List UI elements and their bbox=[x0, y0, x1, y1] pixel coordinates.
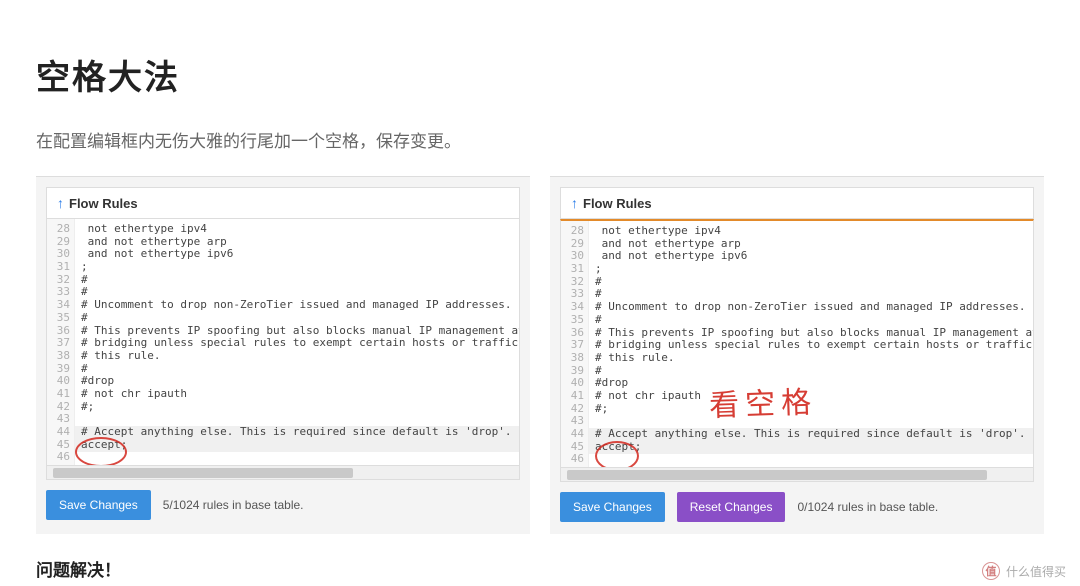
rules-status: 0/1024 rules in base table. bbox=[797, 500, 938, 514]
panel-header[interactable]: ↑ Flow Rules bbox=[560, 187, 1034, 219]
panel-header[interactable]: ↑ Flow Rules bbox=[46, 187, 520, 219]
solved-heading: 问题解决！ bbox=[36, 556, 1044, 581]
rules-status: 5/1024 rules in base table. bbox=[163, 498, 304, 512]
code-line[interactable]: # Uncomment to drop non-ZeroTier issued … bbox=[75, 299, 519, 312]
line-gutter: 28293031323334353637383940414243444546 bbox=[47, 219, 75, 465]
line-number: 31 bbox=[47, 261, 74, 274]
code-line[interactable]: # bbox=[75, 274, 519, 287]
code-line[interactable]: accept; bbox=[75, 439, 519, 452]
line-number: 38 bbox=[561, 352, 588, 365]
page-title: 空格大法 bbox=[36, 50, 1044, 99]
watermark-badge-icon: 值 bbox=[982, 562, 1000, 580]
panel-header-label: Flow Rules bbox=[69, 196, 138, 211]
code-line[interactable]: # bbox=[589, 365, 1033, 378]
line-number: 46 bbox=[561, 453, 588, 466]
arrow-up-icon: ↑ bbox=[571, 195, 578, 211]
panel-footer: Save Changes Reset Changes 0/1024 rules … bbox=[560, 492, 1034, 522]
scrollbar-thumb[interactable] bbox=[53, 468, 353, 478]
right-panel: ↑ Flow Rules 282930313233343536373839404… bbox=[550, 176, 1044, 534]
line-number: 41 bbox=[47, 388, 74, 401]
code-line[interactable]: #; bbox=[589, 403, 1033, 416]
line-number: 34 bbox=[47, 299, 74, 312]
save-changes-button[interactable]: Save Changes bbox=[560, 492, 665, 522]
line-number: 44 bbox=[47, 426, 74, 439]
screenshot-row: ↑ Flow Rules 282930313233343536373839404… bbox=[36, 176, 1044, 534]
code-line[interactable]: accept; bbox=[589, 441, 1033, 454]
horizontal-scrollbar[interactable] bbox=[561, 467, 1033, 481]
code-line[interactable]: # not chr ipauth bbox=[75, 388, 519, 401]
code-line[interactable]: # not chr ipauth bbox=[589, 390, 1033, 403]
code-line[interactable] bbox=[589, 453, 1033, 466]
watermark: 值 什么值得买 bbox=[982, 562, 1066, 580]
line-gutter: 28293031323334353637383940414243444546 bbox=[561, 221, 589, 467]
line-number: 37 bbox=[47, 337, 74, 350]
code-line[interactable]: # Uncomment to drop non-ZeroTier issued … bbox=[589, 301, 1033, 314]
line-number: 31 bbox=[561, 263, 588, 276]
line-number: 34 bbox=[561, 301, 588, 314]
code-line[interactable]: not ethertype ipv4 bbox=[75, 223, 519, 236]
code-line[interactable]: and not ethertype ipv6 bbox=[75, 248, 519, 261]
code-line[interactable]: # bbox=[589, 314, 1033, 327]
left-panel: ↑ Flow Rules 282930313233343536373839404… bbox=[36, 176, 530, 534]
line-number: 41 bbox=[561, 390, 588, 403]
code-line[interactable] bbox=[75, 451, 519, 464]
code-line[interactable]: #; bbox=[75, 401, 519, 414]
arrow-up-icon: ↑ bbox=[57, 195, 64, 211]
code-content[interactable]: not ethertype ipv4 and not ethertype arp… bbox=[589, 221, 1033, 466]
line-number: 28 bbox=[561, 225, 588, 238]
code-line[interactable]: and not ethertype ipv6 bbox=[589, 250, 1033, 263]
scrollbar-thumb[interactable] bbox=[567, 470, 987, 480]
code-line[interactable]: # this rule. bbox=[75, 350, 519, 363]
line-number: 44 bbox=[561, 428, 588, 441]
code-line[interactable]: # Accept anything else. This is required… bbox=[589, 428, 1033, 441]
save-changes-button[interactable]: Save Changes bbox=[46, 490, 151, 520]
code-line[interactable]: ; bbox=[589, 263, 1033, 276]
horizontal-scrollbar[interactable] bbox=[47, 465, 519, 479]
code-line[interactable]: # Accept anything else. This is required… bbox=[75, 426, 519, 439]
code-line[interactable]: # bridging unless special rules to exemp… bbox=[589, 339, 1033, 352]
line-number: 38 bbox=[47, 350, 74, 363]
line-number: 37 bbox=[561, 339, 588, 352]
line-number: 35 bbox=[561, 314, 588, 327]
code-content[interactable]: not ethertype ipv4 and not ethertype arp… bbox=[75, 219, 519, 464]
code-line[interactable]: ; bbox=[75, 261, 519, 274]
line-number: 28 bbox=[47, 223, 74, 236]
code-editor-right[interactable]: 28293031323334353637383940414243444546 n… bbox=[560, 219, 1034, 482]
code-line[interactable]: # bbox=[589, 276, 1033, 289]
watermark-text: 什么值得买 bbox=[1006, 563, 1066, 580]
panel-header-label: Flow Rules bbox=[583, 196, 652, 211]
reset-changes-button[interactable]: Reset Changes bbox=[677, 492, 786, 522]
code-line[interactable]: not ethertype ipv4 bbox=[589, 225, 1033, 238]
panel-footer: Save Changes 5/1024 rules in base table. bbox=[46, 490, 520, 520]
line-number: 46 bbox=[47, 451, 74, 464]
code-line[interactable]: # bridging unless special rules to exemp… bbox=[75, 337, 519, 350]
code-line[interactable]: # bbox=[75, 363, 519, 376]
page-subtitle: 在配置编辑框内无伤大雅的行尾加一个空格，保存变更。 bbox=[36, 127, 1044, 152]
code-line[interactable]: # bbox=[75, 312, 519, 325]
code-line[interactable]: # this rule. bbox=[589, 352, 1033, 365]
code-editor-left[interactable]: 28293031323334353637383940414243444546 n… bbox=[46, 219, 520, 480]
line-number: 35 bbox=[47, 312, 74, 325]
